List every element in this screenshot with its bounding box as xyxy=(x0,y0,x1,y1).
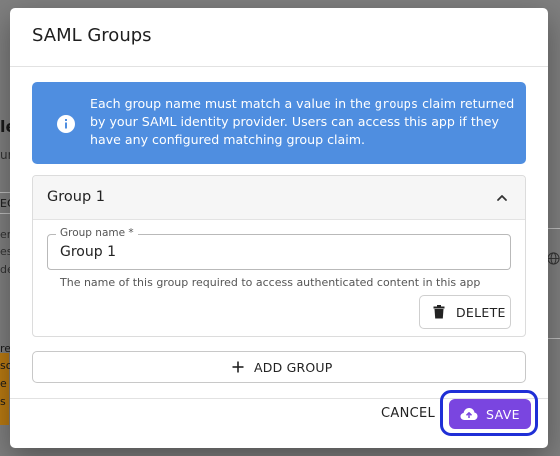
group-title: Group 1 xyxy=(47,189,105,205)
add-group-button[interactable]: ADD GROUP xyxy=(32,351,526,383)
save-label: SAVE xyxy=(486,407,520,422)
trash-icon xyxy=(433,305,445,319)
save-button[interactable]: SAVE xyxy=(449,399,531,429)
bg-divider xyxy=(548,228,560,229)
cloud-upload-icon xyxy=(460,408,478,420)
add-group-label: ADD GROUP xyxy=(254,360,333,375)
info-icon xyxy=(57,115,75,133)
plus-icon xyxy=(232,361,244,373)
saml-groups-dialog: SAML Groups Each group name must match a… xyxy=(10,8,548,448)
group-accordion: Group 1 Group name * The name of this gr… xyxy=(32,175,526,337)
delete-label: DELETE xyxy=(456,305,506,320)
delete-group-button[interactable]: DELETE xyxy=(419,295,511,329)
dialog-title: SAML Groups xyxy=(32,25,152,46)
cancel-button[interactable]: CANCEL xyxy=(375,402,441,425)
info-alert: Each group name must match a value in th… xyxy=(32,82,526,164)
info-text: Each group name must match a value in th… xyxy=(90,96,515,147)
bg-divider xyxy=(0,192,10,193)
group-accordion-header[interactable]: Group 1 xyxy=(33,176,525,220)
globe-icon xyxy=(547,252,560,265)
bg-text: s xyxy=(0,395,6,408)
chevron-up-icon[interactable] xyxy=(495,191,509,205)
group-name-field[interactable]: Group name * xyxy=(47,227,511,270)
bg-divider xyxy=(0,213,10,214)
bg-text: e xyxy=(0,377,7,390)
header-divider xyxy=(10,66,548,67)
bg-divider xyxy=(548,338,560,339)
group-name-helper: The name of this group required to acces… xyxy=(60,276,481,289)
info-code: groups xyxy=(374,97,419,111)
group-name-input[interactable] xyxy=(60,244,500,260)
group-name-label: Group name * xyxy=(56,227,138,239)
